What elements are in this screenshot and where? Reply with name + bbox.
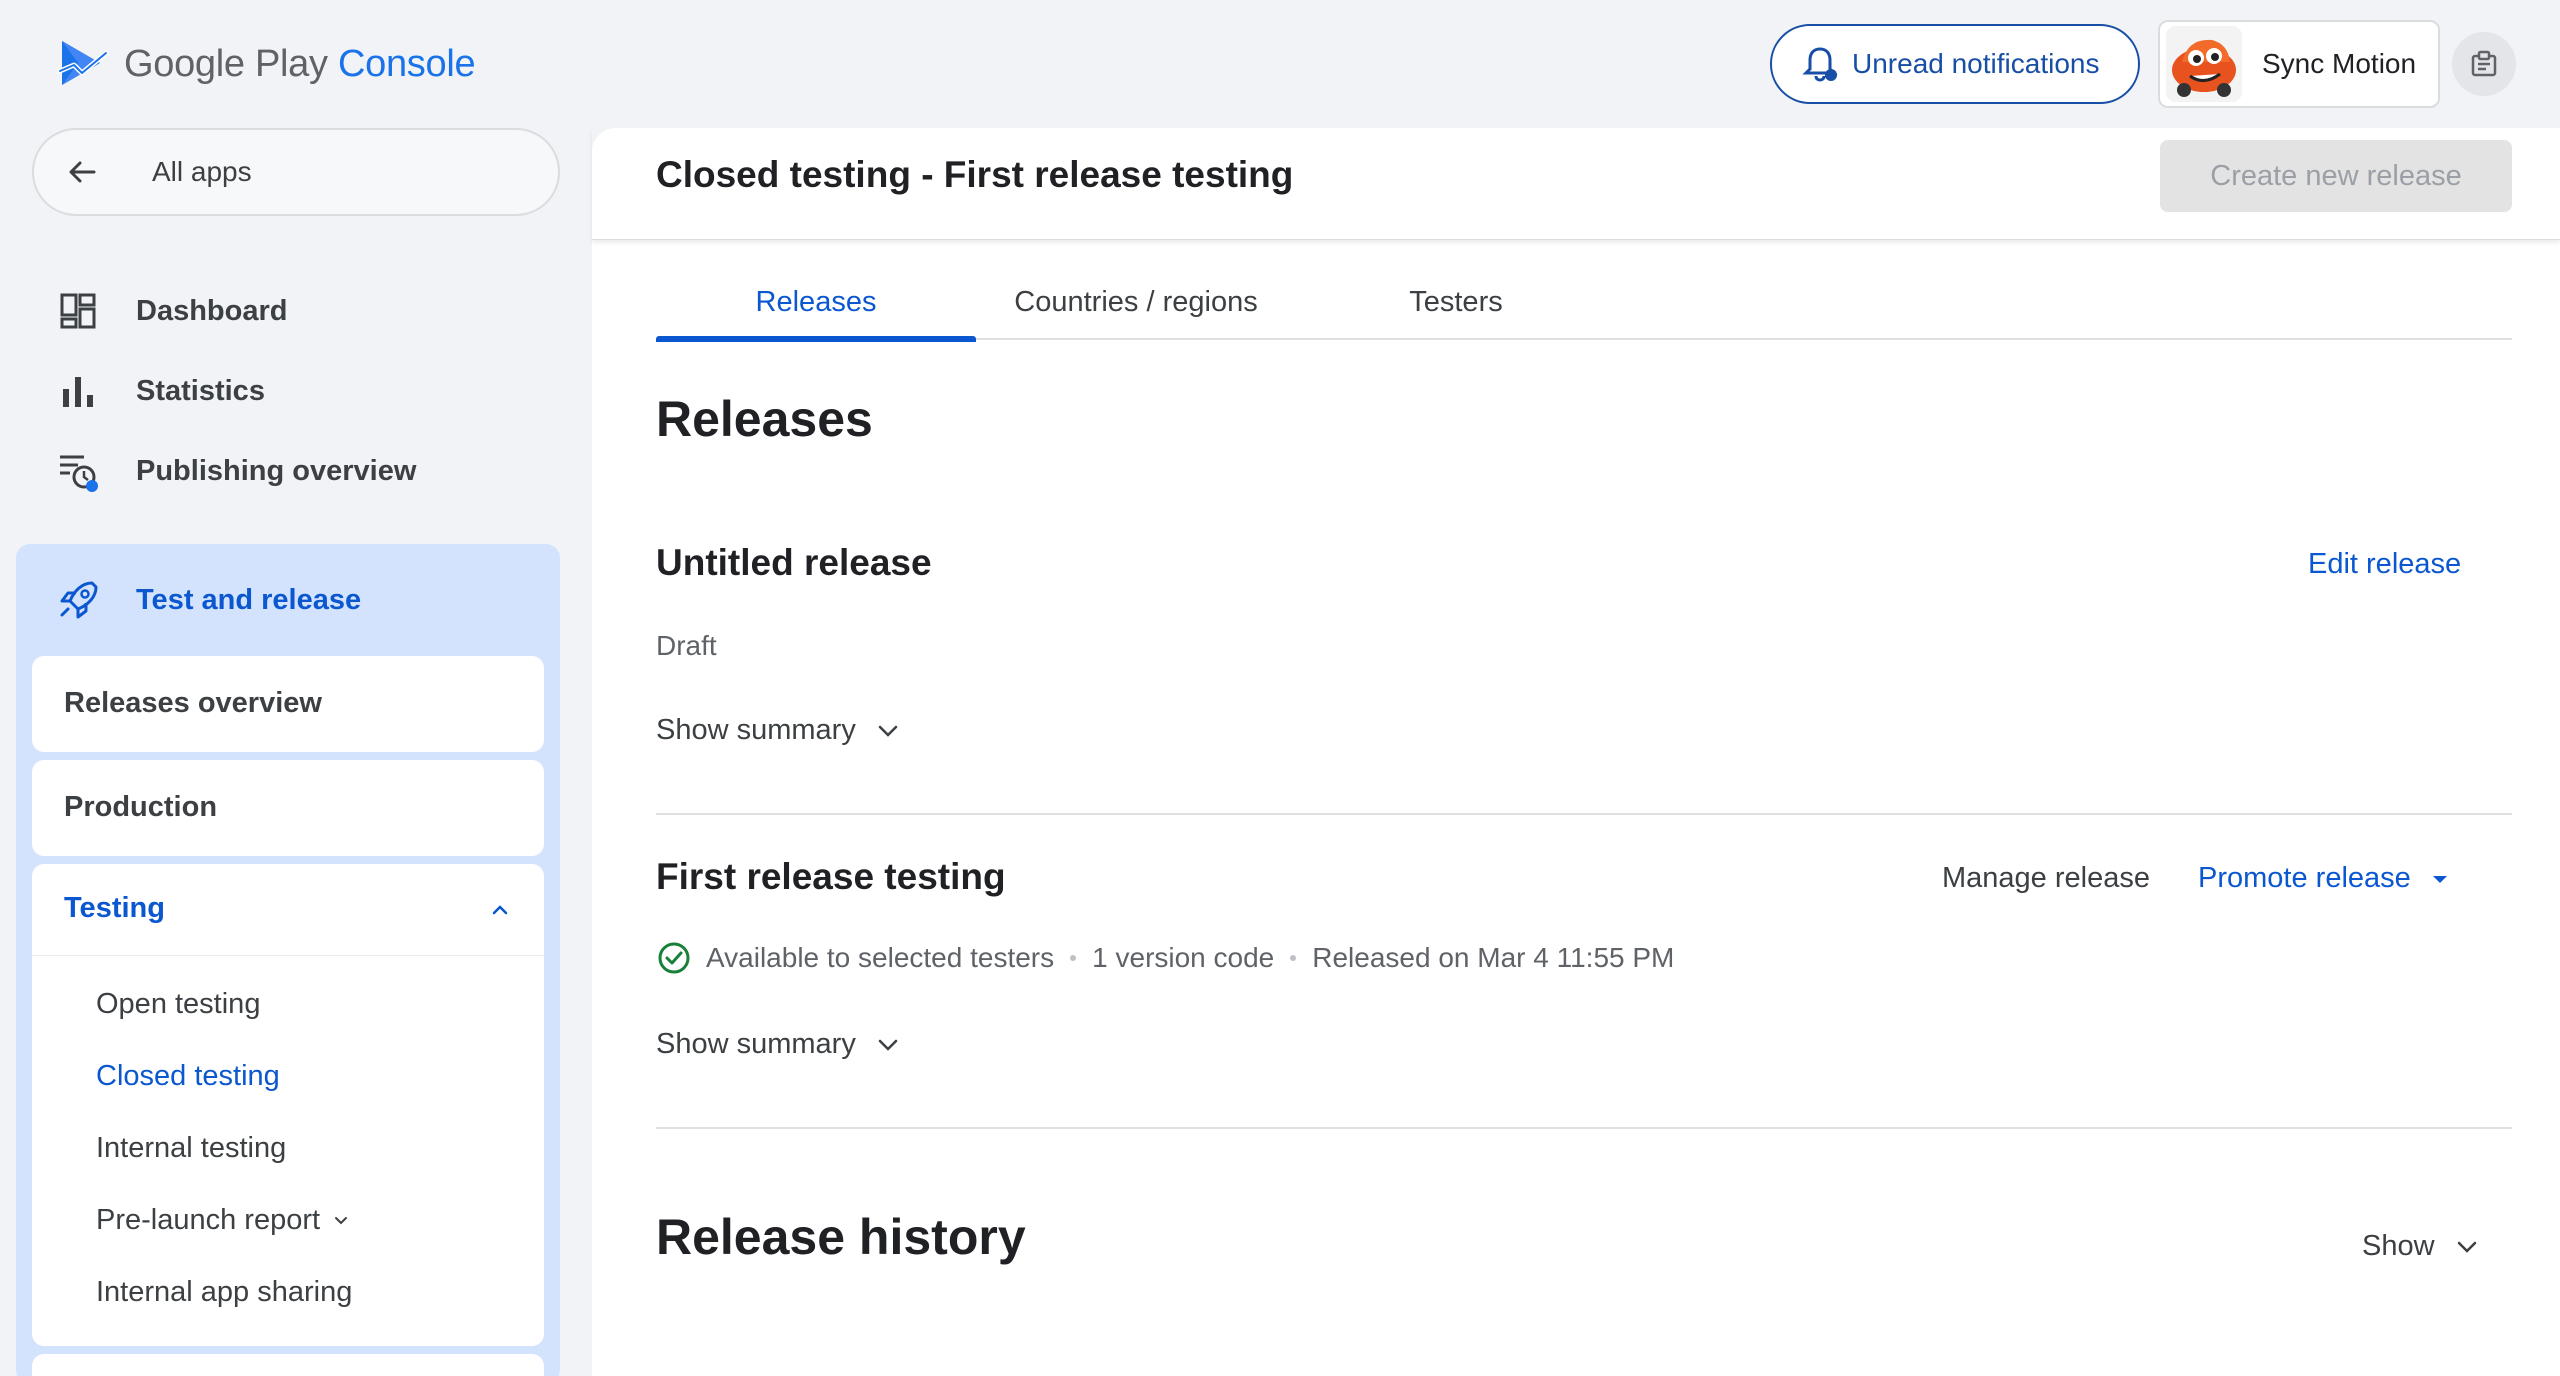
statistics-icon (63, 377, 93, 407)
all-apps-label: All apps (152, 156, 252, 187)
all-apps-button[interactable]: All apps (32, 128, 560, 216)
active-tab-indicator (656, 336, 976, 342)
bell-icon (1802, 47, 1838, 82)
sidebar-item-testing[interactable]: Testing (32, 864, 544, 956)
release-tabs: Releases Countries / regions Testers (656, 264, 2512, 342)
show-summary-button[interactable]: Show summary (656, 1028, 902, 1061)
show-summary-label: Show summary (656, 714, 856, 746)
tab-countries-regions[interactable]: Countries / regions (976, 264, 1296, 340)
release-history-heading: Release history (656, 1209, 1026, 1265)
sidebar-item-publishing-overview[interactable]: Publishing overview (56, 439, 536, 503)
check-circle-icon (658, 942, 690, 974)
edit-release-link[interactable]: Edit release (2308, 548, 2461, 581)
testing-group: Testing Open testing Closed testing Inte… (32, 864, 544, 1346)
sidebar-item-label: Dashboard (136, 294, 288, 327)
sidebar-item-test-and-release[interactable]: Test and release (56, 568, 536, 632)
internal-testing-label: Internal testing (96, 1132, 287, 1164)
release-status: Draft (656, 630, 717, 661)
create-new-release-button[interactable]: Create new release (2160, 140, 2512, 212)
release-date: Released on Mar 4 11:55 PM (1312, 942, 1675, 973)
sidebar-next-card (32, 1354, 544, 1376)
app-avatar (2166, 26, 2242, 102)
section-label: Test and release (136, 583, 362, 616)
tab-testers[interactable]: Testers (1296, 264, 1616, 340)
car-mascot-icon (2172, 39, 2236, 97)
chevron-down-icon (878, 1039, 898, 1051)
unread-notifications-button[interactable]: Unread notifications (1770, 24, 2140, 104)
untitled-release-title: Untitled release (656, 542, 932, 583)
chevron-down-icon (878, 725, 898, 737)
divider (656, 813, 2512, 815)
testing-label: Testing (64, 892, 165, 924)
logo-text: Google Play Console (124, 42, 476, 86)
clipboard-icon (2471, 50, 2497, 77)
play-console-app: Google Play Console Unread notifications… (0, 0, 2560, 1376)
sidebar-item-releases-overview[interactable]: Releases overview (32, 656, 544, 752)
separator-dot (1070, 955, 1077, 961)
sidebar-item-label: Publishing overview (136, 454, 417, 487)
play-console-logo-icon (57, 41, 109, 85)
sidebar-item-internal-app-sharing[interactable]: Internal app sharing (96, 1276, 352, 1309)
back-arrow-icon (69, 161, 96, 183)
tab-releases[interactable]: Releases (656, 264, 976, 342)
releases-overview-label: Releases overview (64, 687, 322, 719)
show-label: Show (2362, 1230, 2435, 1262)
account-switcher[interactable]: Sync Motion (2158, 20, 2440, 108)
sidebar-item-open-testing[interactable]: Open testing (96, 988, 260, 1021)
availability-status: Available to selected testers (706, 942, 1055, 973)
tab-label: Countries / regions (1014, 285, 1258, 318)
show-summary-button[interactable]: Show summary (656, 714, 902, 747)
sidebar-item-pre-launch-report[interactable]: Pre-launch report (96, 1204, 352, 1237)
internal-app-sharing-label: Internal app sharing (96, 1276, 353, 1308)
promote-release-button[interactable]: Promote release (2198, 862, 2451, 895)
dashboard-icon (60, 293, 96, 329)
closed-testing-label: Closed testing (96, 1060, 280, 1092)
page-title: Closed testing - First release testing (656, 154, 1294, 195)
page-header: Closed testing - First release testing C… (592, 128, 2560, 240)
chevron-down-icon (2457, 1241, 2476, 1253)
chevron-up-icon (492, 905, 508, 915)
logo-console: Console (337, 42, 476, 85)
tab-label: Testers (1409, 285, 1503, 318)
sidebar-item-closed-testing[interactable]: Closed testing (96, 1060, 280, 1093)
sidebar-item-internal-testing[interactable]: Internal testing (96, 1132, 286, 1165)
sidebar-item-label: Statistics (136, 374, 265, 407)
google-play-console-logo[interactable]: Google Play Console (56, 36, 476, 92)
logo-google-play: Google Play (124, 42, 328, 85)
notifications-label: Unread notifications (1852, 48, 2100, 79)
release-meta: Available to selected testers 1 version … (656, 940, 1674, 976)
show-release-history-button[interactable]: Show (2362, 1230, 2481, 1263)
separator-dot (1290, 955, 1297, 961)
publishing-overview-icon (60, 455, 98, 492)
releases-heading: Releases (656, 391, 873, 447)
sidebar-item-dashboard[interactable]: Dashboard (56, 279, 536, 343)
feedback-button[interactable] (2452, 32, 2516, 96)
version-code-count: 1 version code (1092, 942, 1275, 973)
account-name: Sync Motion (2262, 48, 2417, 79)
dropdown-arrow-icon (2432, 875, 2447, 883)
show-summary-label: Show summary (656, 1028, 856, 1060)
open-testing-label: Open testing (96, 988, 261, 1020)
manage-release-button[interactable]: Manage release (1942, 862, 2150, 895)
promote-release-label: Promote release (2198, 862, 2411, 894)
sidebar-item-production[interactable]: Production (32, 760, 544, 856)
sidebar-item-statistics[interactable]: Statistics (56, 359, 536, 423)
pre-launch-report-label: Pre-launch report (96, 1204, 321, 1236)
first-release-title: First release testing (656, 856, 1006, 897)
production-label: Production (64, 791, 218, 823)
tab-label: Releases (755, 285, 877, 318)
main-content: Closed testing - First release testing C… (592, 128, 2560, 1376)
rocket-icon (60, 581, 98, 619)
chevron-down-icon (335, 1216, 348, 1224)
manage-release-label: Manage release (1942, 862, 2150, 894)
divider (656, 1127, 2512, 1129)
